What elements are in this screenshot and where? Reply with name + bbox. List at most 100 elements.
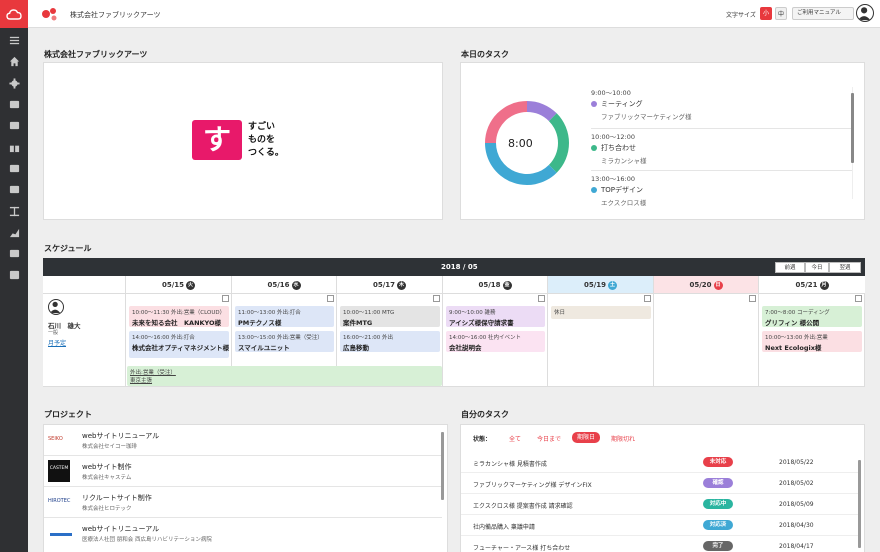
schedule-event[interactable]: 10:00〜11:30 外出:営業（CLOUD） 未来を知る会社 KANKYO様 xyxy=(129,306,229,327)
day-header[interactable]: 05/21 月 xyxy=(759,276,865,294)
project-row[interactable]: webサイトリニューアル 医療法人社団 朋和会 西広島リハビリテーション病院 xyxy=(44,518,442,549)
schedule-event[interactable]: 7:00〜8:00 コーディング グリフィン 様公開 xyxy=(762,306,862,327)
schedule-event[interactable]: 14:00〜16:00 外出:打合 株式会社オプティマネジメント様 xyxy=(129,331,229,358)
cloud-logo-icon[interactable] xyxy=(0,0,28,28)
edit-icon[interactable] xyxy=(222,295,229,302)
event-name: グリフィン 様公開 xyxy=(765,319,820,327)
day-header[interactable]: 05/20 日 xyxy=(654,276,759,294)
logo-tagline: すごい ものを つくる。 xyxy=(248,121,308,160)
user-avatar[interactable] xyxy=(856,4,874,22)
filter-all[interactable]: 全て xyxy=(509,434,521,443)
task-row[interactable]: ファブリックマーケティング様 デザインFIX 確認 2018/05/02 xyxy=(461,473,859,494)
edit-icon[interactable] xyxy=(538,295,545,302)
today-tasks-title: 本日のタスク xyxy=(461,50,509,59)
weekday-badge: 日 xyxy=(713,281,723,290)
filter-today[interactable]: 今日まで xyxy=(537,434,561,443)
gear-icon[interactable] xyxy=(0,73,28,94)
task-title: 社内備品購入 稟議申請 xyxy=(473,524,535,531)
task-row[interactable]: エクスクロス様 提案書作成 請求確認 対応中 2018/05/09 xyxy=(461,494,859,515)
file-icon[interactable] xyxy=(0,243,28,264)
today-task-item[interactable]: 9:00〜10:00 ミーティング ファブリックマーケティング様 xyxy=(591,87,853,129)
event-name: アイシズ様保守請求書 xyxy=(449,319,514,327)
task-row[interactable]: ミラカンシャ様 見積書作成 未対応 2018/05/22 xyxy=(461,452,859,473)
day-cell[interactable] xyxy=(654,294,759,386)
my-tasks-scrollbar[interactable] xyxy=(858,460,861,548)
manual-button[interactable]: ご利用マニュアル xyxy=(792,7,854,20)
schedule-event[interactable]: 10:00〜11:00 MTG 案件MTG xyxy=(340,306,440,327)
org-icon[interactable] xyxy=(0,200,28,221)
font-medium-button[interactable]: 中 xyxy=(775,7,787,20)
schedule-event[interactable]: 9:00〜10:00 雑務 アイシズ様保守請求書 xyxy=(446,306,545,327)
prev-week-button[interactable]: 前週 xyxy=(775,262,805,273)
event-time: 7:00〜8:00 コーディング xyxy=(765,310,830,316)
save-icon[interactable] xyxy=(0,179,28,200)
schedule-event[interactable]: 11:00〜13:00 外出:打合 PMテクノス様 xyxy=(235,306,334,327)
task-scrollbar[interactable] xyxy=(851,93,854,163)
event-time: 14:00〜16:00 社内イベント xyxy=(449,335,521,341)
allday-event[interactable]: 外出:営業（受注） 東京主張 xyxy=(127,366,442,386)
schedule-event[interactable]: 13:00〜15:00 外出:営業（受注） スマイルユニット xyxy=(235,331,334,352)
event-name: 広島移動 xyxy=(343,344,369,352)
event-name: PMテクノス様 xyxy=(238,319,282,327)
filter-deadline[interactable]: 期限日 xyxy=(572,432,600,443)
task-row[interactable]: フューチャー・アース様 打ち合わせ 完了 2018/04/17 xyxy=(461,536,859,552)
projects-scrollbar[interactable] xyxy=(441,432,444,500)
month-schedule-link[interactable]: 月予定 xyxy=(48,338,66,347)
schedule-event[interactable]: 10:00〜13:00 外出:営業 Next Ecologix様 xyxy=(762,331,862,352)
chart-icon[interactable] xyxy=(0,222,28,243)
project-name: webサイトリニューアル xyxy=(82,432,160,440)
project-name: webサイト制作 xyxy=(82,463,132,471)
drive-icon[interactable] xyxy=(0,94,28,115)
edit-icon[interactable] xyxy=(855,295,862,302)
event-time: 10:00〜11:00 MTG xyxy=(343,310,395,316)
edit-icon[interactable] xyxy=(749,295,756,302)
schedule-event[interactable]: 16:00〜21:00 外出 広島移動 xyxy=(340,331,440,352)
edit-icon[interactable] xyxy=(644,295,651,302)
folder-icon[interactable] xyxy=(0,158,28,179)
schedule-event[interactable]: 14:00〜16:00 社内イベント 会社説明会 xyxy=(446,331,545,352)
task-color-dot xyxy=(591,187,597,193)
project-row[interactable]: HIROTEC リクルートサイト制作 株式会社ヒロテック xyxy=(44,487,442,518)
project-client: 株式会社ヒロテック xyxy=(82,506,132,512)
task-time: 10:00〜12:00 xyxy=(591,133,635,141)
day-header[interactable]: 05/16 水 xyxy=(232,276,337,294)
inbox-icon[interactable] xyxy=(0,115,28,136)
task-date: 2018/05/09 xyxy=(779,501,814,508)
day-header[interactable]: 05/15 火 xyxy=(126,276,232,294)
filter-overdue[interactable]: 期限切れ xyxy=(611,434,635,443)
task-row[interactable]: 社内備品購入 稟議申請 対応済 2018/04/30 xyxy=(461,515,859,536)
menu-icon[interactable] xyxy=(0,30,28,51)
next-week-label: 翌週 xyxy=(839,265,851,271)
task-status-badge: 対応済 xyxy=(703,520,733,530)
event-time: 休日 xyxy=(554,310,566,316)
project-row[interactable]: CASTEM webサイト制作 株式会社キャステム xyxy=(44,456,442,487)
task-name: TOPデザイン xyxy=(591,185,853,195)
home-icon[interactable] xyxy=(0,51,28,72)
top-bar: 株式会社ファブリックアーツ 文字サイズ 小 中 ご利用マニュアル xyxy=(28,0,880,28)
project-row[interactable]: SEIKO webサイトリニューアル 株式会社セイコー珈琲 xyxy=(44,425,442,456)
gift-icon[interactable] xyxy=(0,136,28,157)
project-name: webサイトリニューアル xyxy=(82,525,160,533)
edit-icon[interactable] xyxy=(433,295,440,302)
day-header[interactable]: 05/18 金 xyxy=(443,276,548,294)
task-title: ファブリックマーケティング様 デザインFIX xyxy=(473,482,592,489)
edit-icon[interactable] xyxy=(327,295,334,302)
member-avatar xyxy=(48,299,64,315)
next-week-button[interactable]: 翌週 xyxy=(829,262,861,273)
day-header[interactable]: 05/19 土 xyxy=(548,276,654,294)
task-date: 2018/05/02 xyxy=(779,480,814,487)
weekday-badge: 土 xyxy=(608,281,618,290)
font-small-button[interactable]: 小 xyxy=(760,7,772,20)
task-color-dot xyxy=(591,101,597,107)
logo-line: すごい xyxy=(248,122,276,132)
task-name-text: ミーティング xyxy=(601,100,643,108)
task-date: 2018/04/17 xyxy=(779,543,814,550)
company-card: す すごい ものを つくる。 xyxy=(43,62,443,220)
calendar-icon[interactable] xyxy=(0,264,28,285)
event-time: 10:00〜13:00 外出:営業 xyxy=(765,335,828,341)
today-button[interactable]: 今日 xyxy=(805,262,829,273)
day-header[interactable]: 05/17 木 xyxy=(337,276,443,294)
today-task-item[interactable]: 13:00〜16:00 TOPデザイン エクスクロス様 xyxy=(591,173,853,213)
today-task-item[interactable]: 10:00〜12:00 打ち合わせ ミラカンシャ様 xyxy=(591,129,853,171)
schedule-event-holiday[interactable]: 休日 xyxy=(551,306,651,319)
